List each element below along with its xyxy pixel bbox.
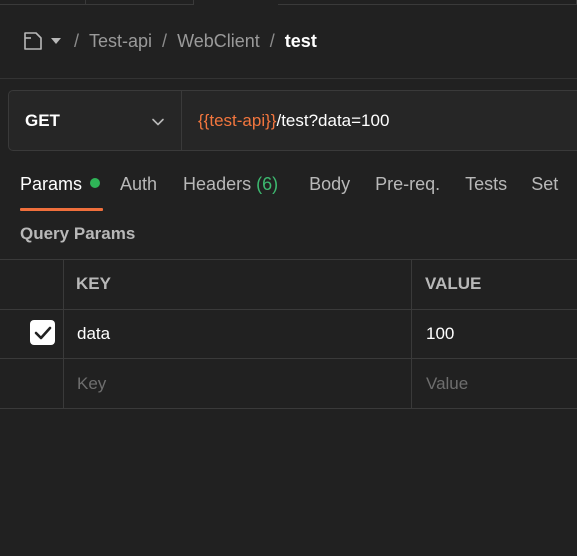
request-editor: / Test-api / WebClient / test GET {{test… [0, 0, 577, 556]
tab-strip [0, 0, 577, 6]
tab-auth[interactable]: Auth [120, 174, 157, 200]
tab-body-label: Body [309, 174, 351, 194]
table-border [411, 259, 412, 409]
table-border [63, 259, 64, 409]
checkmark-icon [34, 326, 51, 339]
collection-icon[interactable] [22, 30, 44, 52]
param-checkbox[interactable] [30, 320, 55, 345]
breadcrumb-separator: / [269, 30, 275, 51]
tab-prereq[interactable]: Pre-req. [375, 174, 440, 200]
table-border [0, 408, 577, 409]
active-dot-icon [90, 178, 101, 188]
column-header-key: KEY [76, 273, 111, 293]
divider [0, 78, 577, 79]
tab-headers-label: Headers [183, 174, 252, 194]
params-table: KEY VALUE data 100 Key Value [0, 259, 577, 409]
url-path: /test?data=100 [276, 110, 390, 130]
tab-headers[interactable]: Headers (6) [183, 174, 278, 200]
active-tab-indicator [20, 208, 103, 211]
url-input[interactable]: {{test-api}}/test?data=100 [182, 91, 577, 150]
url-variable: {{test-api}} [198, 110, 277, 130]
query-params-title: Query Params [20, 224, 136, 243]
param-value-cell[interactable]: 100 [426, 309, 454, 358]
tab-auth-label: Auth [120, 174, 158, 194]
tab-tests-label: Tests [465, 174, 508, 194]
request-bar: GET {{test-api}}/test?data=100 [8, 90, 577, 151]
tab-tests[interactable]: Tests [465, 174, 507, 200]
param-key-cell[interactable]: data [77, 309, 110, 358]
tab-settings[interactable]: Set [531, 174, 558, 200]
tab-strip-segment[interactable] [86, 0, 194, 5]
column-header-value: VALUE [425, 273, 482, 293]
tab-strip-segment[interactable] [278, 0, 577, 5]
method-label: GET [25, 110, 60, 130]
caret-down-icon[interactable] [50, 34, 64, 48]
tab-prereq-label: Pre-req. [375, 174, 441, 194]
method-select[interactable]: GET [9, 91, 182, 150]
breadcrumb-current[interactable]: test [285, 31, 317, 52]
tab-params[interactable]: Params [20, 174, 101, 200]
tab-settings-label: Set [531, 174, 559, 194]
breadcrumb: / Test-api / WebClient / test [22, 26, 317, 56]
tab-params-label: Params [20, 174, 83, 194]
chevron-down-icon [151, 114, 165, 128]
breadcrumb-separator: / [162, 30, 168, 51]
tab-body[interactable]: Body [309, 174, 350, 200]
breadcrumb-item-webclient[interactable]: WebClient [177, 31, 260, 52]
new-key-input[interactable]: Key [77, 359, 106, 408]
new-value-input[interactable]: Value [426, 359, 468, 408]
headers-count: (6) [256, 174, 279, 194]
breadcrumb-separator: / [74, 30, 80, 51]
tab-strip-segment[interactable] [0, 0, 86, 5]
breadcrumb-item-test-api[interactable]: Test-api [89, 31, 152, 52]
